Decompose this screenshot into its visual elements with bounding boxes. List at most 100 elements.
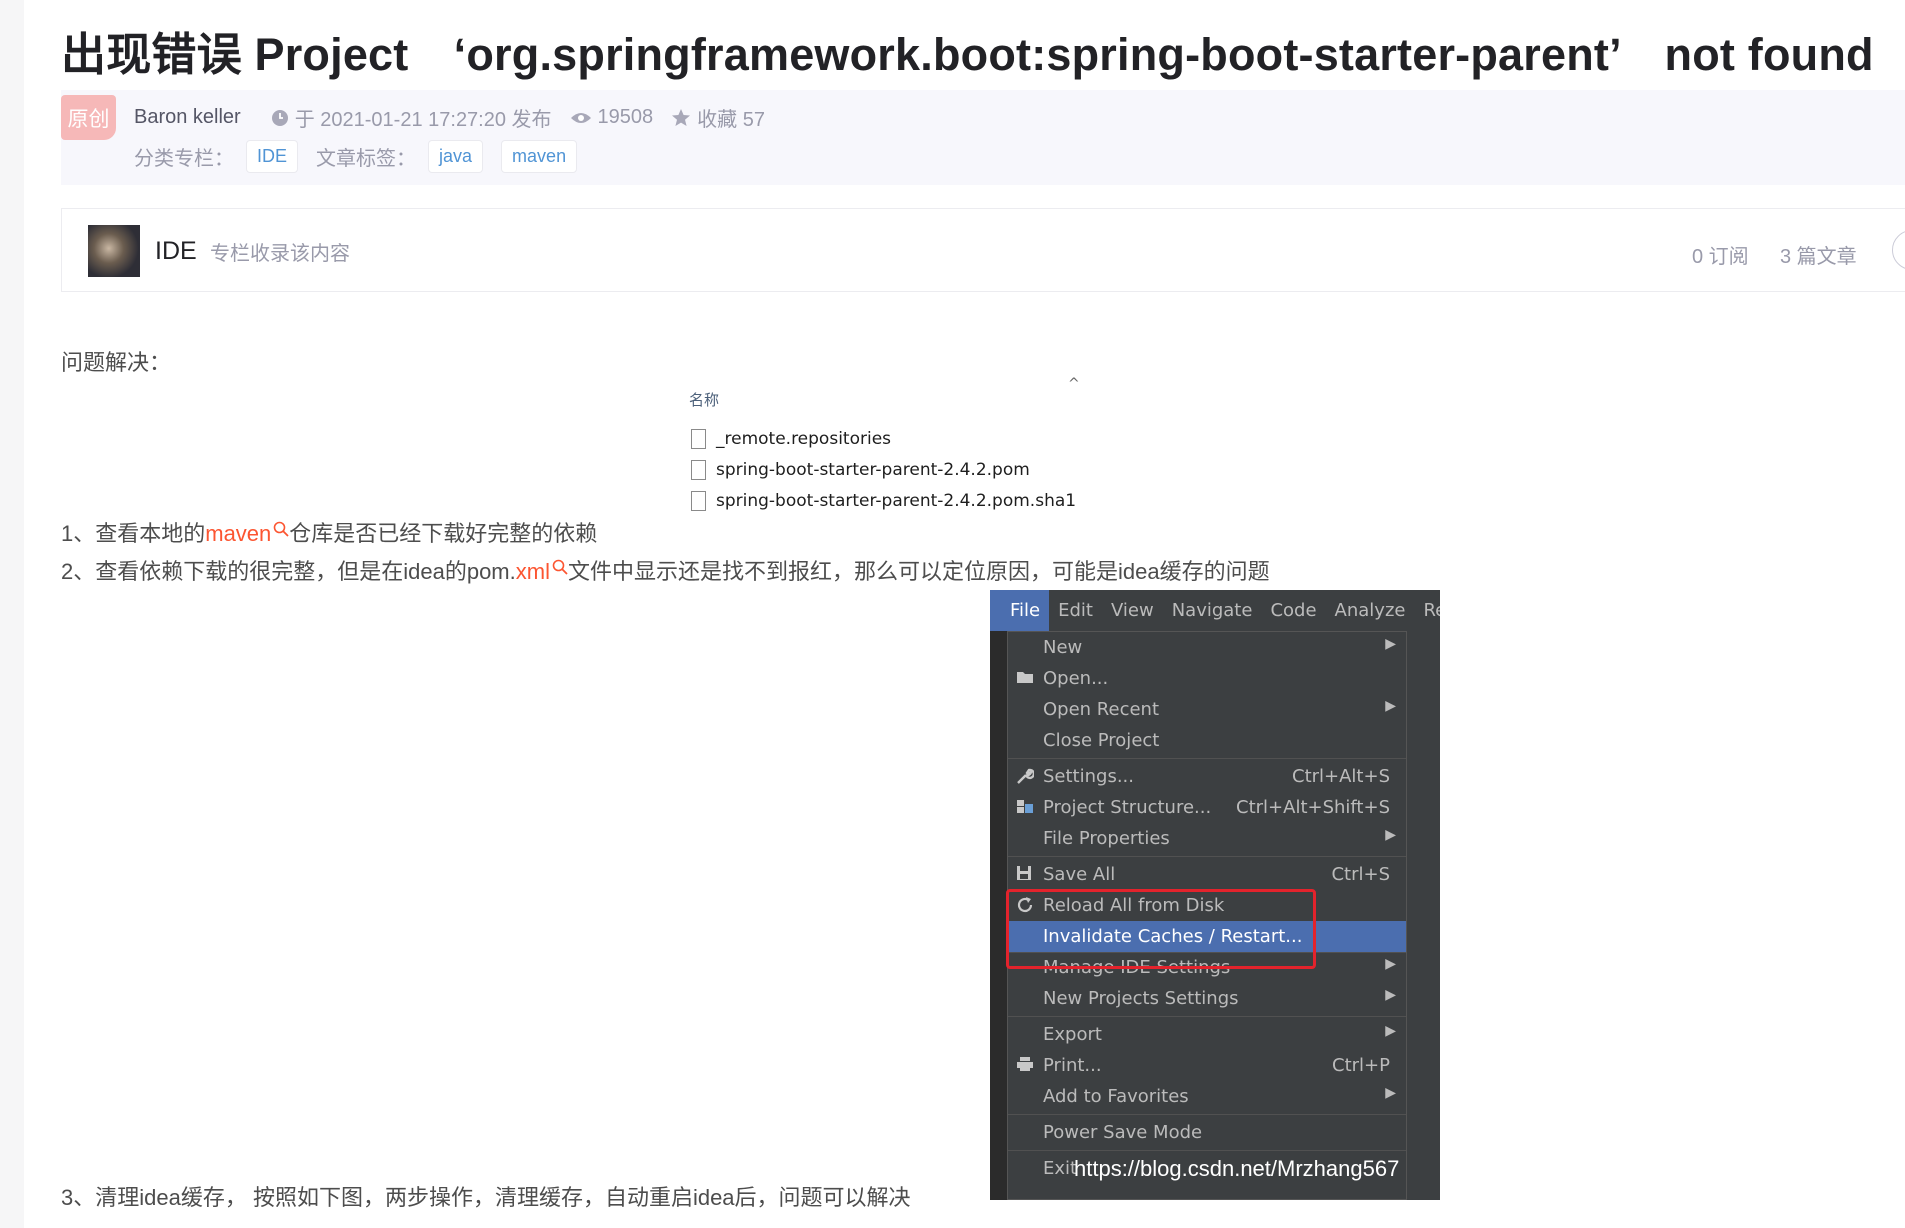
menu-item-label: Exit: [1043, 1158, 1078, 1179]
folder-icon: [1017, 672, 1033, 683]
menu-item-close-project[interactable]: Close Project: [1008, 725, 1406, 756]
menu-item-label: New: [1043, 637, 1083, 658]
menu-item-open[interactable]: Open...: [1008, 663, 1406, 694]
menu-item-label: Close Project: [1043, 730, 1160, 751]
menu-separator: [1008, 1150, 1406, 1151]
image-watermark: https://blog.csdn.net/Mrzhang567: [1074, 1156, 1400, 1181]
article-page: 出现错误 Project ‘org.springframework.boot:s…: [24, 0, 1905, 1228]
step-2-suffix: 文件中显示还是找不到报红，那么可以定位原因，可能是idea缓存的问题: [567, 559, 1270, 584]
menu-item-label: Settings...: [1043, 766, 1134, 787]
article-tags: 分类专栏： IDE 文章标签： java maven: [134, 140, 595, 173]
menu-item-save-all[interactable]: Save All Ctrl+S: [1008, 859, 1406, 890]
menu-file[interactable]: File: [990, 590, 1050, 631]
menu-item-shortcut: Ctrl+S: [1331, 864, 1390, 885]
menu-item-print[interactable]: Print... Ctrl+P: [1008, 1050, 1406, 1081]
step-1-suffix: 仓库是否已经下载好完整的依赖: [289, 521, 598, 546]
menu-code[interactable]: Code: [1261, 590, 1325, 631]
menu-item-settings[interactable]: Settings... Ctrl+Alt+S: [1008, 761, 1406, 792]
menu-edit[interactable]: Edit: [1049, 590, 1102, 631]
menu-refactor[interactable]: Re: [1414, 590, 1440, 631]
menu-item-new-projects-settings[interactable]: New Projects Settings ▶: [1008, 983, 1406, 1014]
column-name[interactable]: IDE: [155, 237, 197, 266]
author-link[interactable]: Baron keller: [134, 106, 241, 129]
file-icon: [691, 429, 706, 449]
printer-icon: [1017, 1057, 1033, 1071]
menu-view[interactable]: View: [1102, 590, 1163, 631]
submenu-arrow-icon: ▶: [1385, 956, 1396, 972]
publish-text: 于 2021-01-21 17:27:20 发布: [294, 109, 552, 131]
maven-keyword-link[interactable]: maven: [205, 521, 289, 546]
xml-keyword: xml: [515, 559, 550, 584]
favorite-button[interactable]: 收藏 57: [671, 103, 765, 132]
menu-item-add-to-favorites[interactable]: Add to Favorites ▶: [1008, 1081, 1406, 1112]
xml-keyword-link[interactable]: xml: [516, 559, 568, 584]
original-badge: 原创: [61, 95, 116, 140]
view-count-value: 19508: [597, 106, 654, 128]
tag-maven[interactable]: maven: [501, 140, 578, 173]
menu-item-label: Open...: [1043, 668, 1109, 689]
eye-icon: [570, 112, 591, 123]
column-articles: 3 篇文章: [1780, 246, 1857, 268]
column-header-name: 名称: [689, 391, 720, 409]
intro-text: 问题解决：: [61, 350, 172, 375]
submenu-arrow-icon: ▶: [1385, 987, 1396, 1003]
menu-item-power-save-mode[interactable]: Power Save Mode: [1008, 1117, 1406, 1148]
tag-java[interactable]: java: [428, 140, 484, 173]
publish-time: 于 2021-01-21 17:27:20 发布: [271, 103, 552, 132]
menu-analyze[interactable]: Analyze: [1326, 590, 1415, 631]
menu-item-new[interactable]: New ▶: [1008, 632, 1406, 663]
ide-editor-edge: [990, 631, 1007, 1200]
menu-item-export[interactable]: Export ▶: [1008, 1019, 1406, 1050]
step-1-prefix: 1、查看本地的: [61, 521, 206, 546]
column-card[interactable]: IDE 专栏收录该内容 0 订阅 3 篇文章 订: [61, 208, 1905, 292]
highlight-box: [1006, 889, 1316, 969]
menu-separator: [1008, 1016, 1406, 1017]
menu-separator: [1008, 856, 1406, 857]
column-avatar: [88, 225, 140, 277]
subscribe-button[interactable]: 订: [1892, 230, 1905, 270]
column-subscriptions: 0 订阅: [1692, 246, 1749, 268]
menu-item-shortcut: Ctrl+Alt+S: [1292, 766, 1390, 787]
menu-item-open-recent[interactable]: Open Recent ▶: [1008, 694, 1406, 725]
category-tag-ide[interactable]: IDE: [246, 140, 299, 173]
article-meta: Baron keller 于 2021-01-21 17:27:20 发布 19…: [134, 103, 783, 132]
step-2-text: 2、查看依赖下载的很完整，但是在idea的pom.xml 文件中显示还是找不到报红…: [61, 554, 1270, 586]
submenu-arrow-icon: ▶: [1385, 636, 1396, 652]
menu-item-label: Open Recent: [1043, 699, 1160, 720]
step-3-text: 3、清理idea缓存， 按照如下图，两步操作，清理缓存，自动重启idea后，问题…: [61, 1185, 911, 1210]
view-count: 19508: [570, 106, 654, 129]
column-desc: 专栏收录该内容: [210, 243, 350, 265]
file-row: spring-boot-starter-parent-2.4.2.pom.sha…: [691, 491, 1076, 511]
submenu-arrow-icon: ▶: [1385, 1085, 1396, 1101]
menu-item-label: File Properties: [1043, 828, 1170, 849]
article-title: 出现错误 Project ‘org.springframework.boot:s…: [61, 29, 1874, 80]
submenu-arrow-icon: ▶: [1385, 698, 1396, 714]
submenu-arrow-icon: ▶: [1385, 827, 1396, 843]
menu-item-label: Export: [1043, 1024, 1102, 1045]
menu-item-file-properties[interactable]: File Properties ▶: [1008, 823, 1406, 854]
menu-navigate[interactable]: Navigate: [1163, 590, 1262, 631]
maven-keyword: maven: [205, 521, 272, 546]
menu-item-shortcut: Ctrl+Alt+Shift+S: [1236, 797, 1390, 818]
save-icon: [1017, 866, 1031, 880]
wrench-icon: [1017, 768, 1034, 784]
search-icon: [273, 521, 289, 537]
file-listing-image: 名称 ^ _remote.repositories spring-boot-st…: [680, 373, 1110, 523]
menu-item-shortcut: Ctrl+P: [1332, 1055, 1390, 1076]
star-icon: [672, 108, 691, 126]
ide-menubar: File Edit View Navigate Code Analyze Re: [990, 590, 1440, 631]
clock-icon: [271, 109, 288, 126]
menu-item-project-structure[interactable]: Project Structure... Ctrl+Alt+Shift+S: [1008, 792, 1406, 823]
search-icon: [552, 559, 568, 575]
step-2-prefix: 2、查看依赖下载的很完整，但是在idea的pom.: [61, 559, 516, 584]
step-1-text: 1、查看本地的maven 仓库是否已经下载好完整的依赖: [61, 516, 597, 548]
file-row: _remote.repositories: [691, 429, 891, 449]
tags-label: 文章标签：: [316, 148, 417, 170]
menu-item-label: Power Save Mode: [1043, 1122, 1203, 1143]
file-name: spring-boot-starter-parent-2.4.2.pom: [716, 460, 1030, 480]
file-name: _remote.repositories: [716, 429, 892, 449]
sort-caret-icon: ^: [1068, 376, 1080, 392]
menu-item-label: Print...: [1043, 1055, 1102, 1076]
menu-item-label: Save All: [1043, 864, 1116, 885]
category-label: 分类专栏：: [134, 148, 234, 170]
